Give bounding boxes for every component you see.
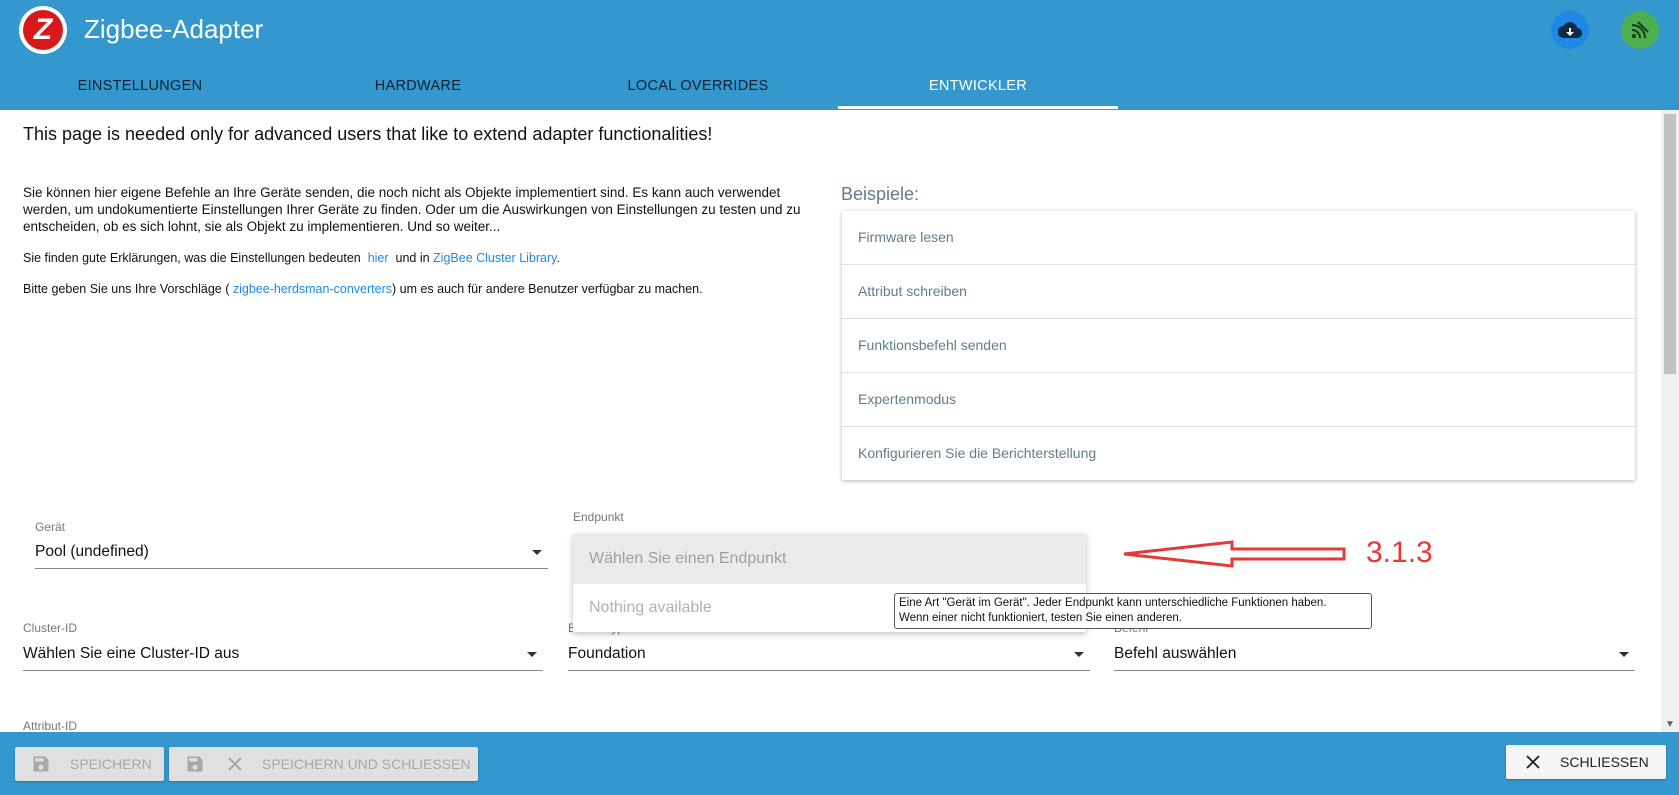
app-title: Zigbee-Adapter [84, 14, 264, 44]
app-header: Z Zigbee-Adapter EINSTELLUNGEN HARDWARE … [0, 0, 1679, 110]
close-icon [228, 757, 242, 771]
endpoint-tooltip: Eine Art "Gerät im Gerät". Jeder Endpunk… [894, 593, 1372, 629]
example-item-attribut-schreiben[interactable]: Attribut schreiben [842, 265, 1635, 319]
page-scrollbar[interactable]: ▼ [1661, 110, 1679, 732]
intro-text: This page is needed only for advanced us… [23, 124, 713, 144]
example-item-funktionsbefehl-senden[interactable]: Funktionsbefehl senden [842, 319, 1635, 373]
close-icon [1526, 755, 1540, 769]
cluster-id-select[interactable]: Wählen Sie eine Cluster-ID aus [23, 638, 543, 671]
active-tab-indicator [838, 106, 1118, 109]
hier-link[interactable]: hier [368, 251, 389, 265]
close-button[interactable]: SCHLIESSEN [1506, 745, 1666, 779]
save-icon [187, 756, 203, 772]
scroll-down-icon[interactable]: ▼ [1665, 719, 1675, 730]
tab-hardware[interactable]: HARDWARE [278, 68, 558, 110]
suggestion-text: Bitte geben Sie uns Ihre Vorschläge ( zi… [23, 282, 703, 296]
description-text: Sie können hier eigene Befehle an Ihre G… [23, 185, 801, 234]
command-type-select[interactable]: Foundation [568, 638, 1090, 671]
command-select[interactable]: Befehl auswählen [1114, 638, 1635, 671]
annotation-label: 3.1.3 [1366, 536, 1433, 569]
example-item-expertenmodus[interactable]: Expertenmodus [842, 373, 1635, 427]
zigbee-signal-button[interactable] [1621, 11, 1659, 49]
example-item-firmware-lesen[interactable]: Firmware lesen [842, 211, 1635, 265]
main-content: This page is needed only for advanced us… [0, 110, 1661, 732]
device-select[interactable]: Pool (undefined) [35, 536, 548, 569]
chevron-down-icon [532, 550, 542, 555]
endpoint-label: Endpunkt [573, 510, 624, 524]
device-label: Gerät [35, 520, 66, 534]
cloud-download-icon [1558, 22, 1582, 39]
examples-list: Firmware lesen Attribut schreiben Funkti… [842, 211, 1635, 480]
footer-bar: SPEICHERN SPEICHERN UND SCHLIESSEN SCHLI… [0, 732, 1679, 795]
zigbee-herdsman-converters-link[interactable]: zigbee-herdsman-converters [233, 282, 392, 296]
scrollbar-thumb[interactable] [1664, 114, 1676, 374]
cluster-id-label: Cluster-ID [23, 621, 78, 635]
chevron-down-icon [1074, 652, 1084, 657]
zigbee-logo: Z [19, 6, 67, 54]
save-and-close-button[interactable]: SPEICHERN UND SCHLIESSEN [169, 747, 478, 781]
chevron-down-icon [1619, 652, 1629, 657]
cloud-download-button[interactable] [1551, 11, 1589, 49]
explanation-text: Sie finden gute Erklärungen, was die Ein… [23, 251, 560, 265]
attribute-id-label: Attribut-ID [23, 719, 78, 732]
chevron-down-icon [527, 652, 537, 657]
annotation-arrow [1123, 540, 1346, 568]
zigbee-signal-icon [1631, 21, 1649, 39]
save-button[interactable]: SPEICHERN [15, 747, 164, 781]
examples-title: Beispiele: [841, 184, 920, 204]
tab-local-overrides[interactable]: LOCAL OVERRIDES [558, 68, 838, 110]
example-item-berichterstellung[interactable]: Konfigurieren Sie die Berichterstellung [842, 427, 1635, 480]
save-icon [33, 756, 49, 772]
zigbee-cluster-library-link[interactable]: ZigBee Cluster Library [433, 251, 556, 265]
endpoint-placeholder-option[interactable]: Wählen Sie einen Endpunkt [573, 534, 1086, 584]
tab-einstellungen[interactable]: EINSTELLUNGEN [0, 68, 280, 110]
tab-entwickler[interactable]: ENTWICKLER [838, 68, 1118, 110]
